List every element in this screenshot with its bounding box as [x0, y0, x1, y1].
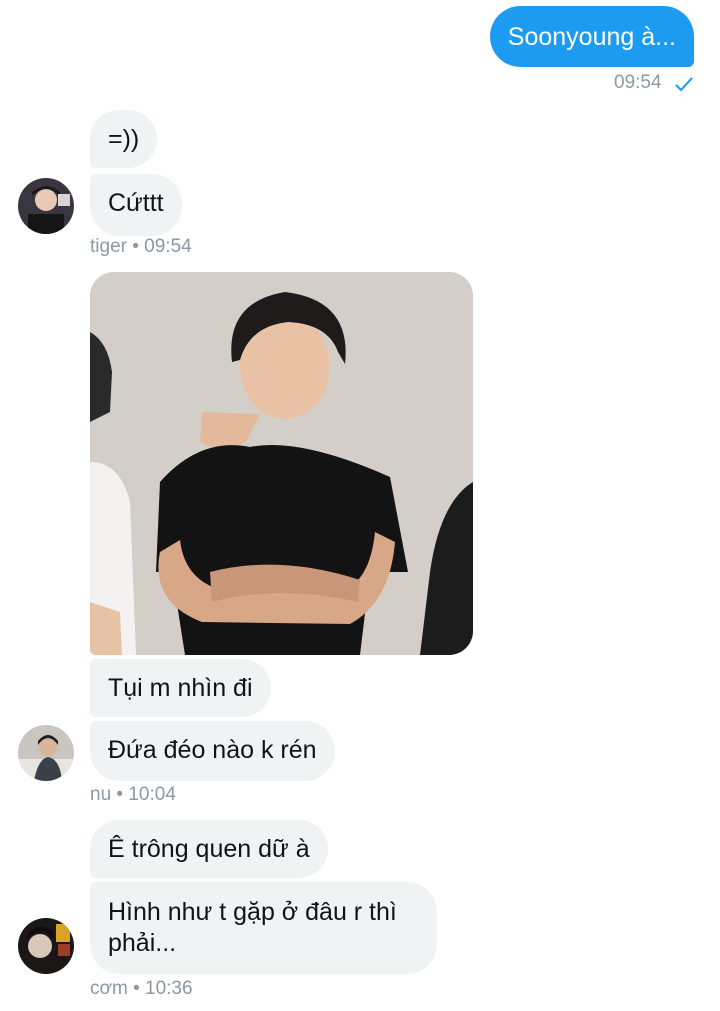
message-text: Ê trông quen dữ à — [108, 835, 310, 863]
message-group-meta: nu • 10:04 — [90, 784, 176, 805]
avatar-tiger-icon — [18, 178, 74, 234]
incoming-message-bubble[interactable]: =)) — [90, 110, 158, 168]
shared-photo[interactable] — [90, 272, 473, 655]
incoming-message-bubble[interactable]: Hình như t gặp ở đâu r thì phải... — [90, 882, 437, 974]
incoming-message-bubble[interactable]: Cứttt — [90, 174, 182, 236]
avatar-nu-icon — [18, 725, 74, 781]
photo-image-icon — [90, 272, 473, 655]
avatar-com-icon — [18, 918, 74, 974]
message-group-meta: tiger • 09:54 — [90, 236, 192, 257]
outgoing-message-time: 09:54 — [614, 72, 662, 93]
user-avatar[interactable] — [18, 178, 74, 234]
message-text: Hình như t gặp ở đâu r thì phải... — [108, 898, 397, 957]
user-avatar[interactable] — [18, 725, 74, 781]
outgoing-message-bubble[interactable]: Soonyoung à... — [489, 6, 694, 67]
incoming-message-bubble[interactable]: Tụi m nhìn đi — [90, 659, 271, 717]
sent-check-icon — [675, 77, 693, 92]
message-group-meta: cơm • 10:36 — [90, 978, 193, 999]
outgoing-message-text: Soonyoung à... — [507, 23, 676, 51]
user-avatar[interactable] — [18, 918, 74, 974]
incoming-message-bubble[interactable]: Đứa đéo nào k rén — [90, 721, 335, 781]
message-text: Cứttt — [108, 189, 164, 217]
message-text: =)) — [108, 125, 140, 153]
message-text: Tụi m nhìn đi — [108, 674, 253, 702]
message-text: Đứa đéo nào k rén — [108, 736, 317, 764]
incoming-message-bubble[interactable]: Ê trông quen dữ à — [90, 820, 328, 878]
